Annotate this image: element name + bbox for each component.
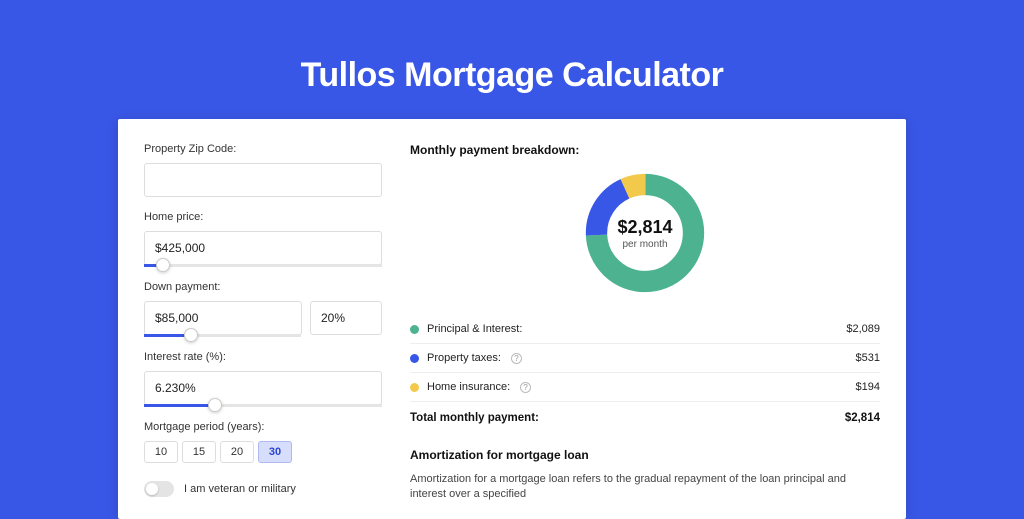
legend-label: Principal & Interest: (427, 323, 522, 335)
amortization-body: Amortization for a mortgage loan refers … (410, 472, 880, 503)
down-slider-thumb[interactable] (184, 328, 198, 342)
veteran-label: I am veteran or military (184, 483, 296, 495)
legend-row: Principal & Interest: $2,089 (410, 315, 880, 344)
down-slider[interactable] (144, 334, 301, 337)
rate-field: Interest rate (%): (144, 351, 382, 407)
total-value: $2,814 (845, 412, 880, 424)
legend-dot (410, 354, 419, 363)
rate-slider-thumb[interactable] (208, 398, 222, 412)
amortization-title: Amortization for mortgage loan (410, 448, 880, 462)
page-title: Tullos Mortgage Calculator (0, 0, 1024, 119)
down-field: Down payment: (144, 281, 382, 337)
info-icon[interactable]: ? (520, 382, 531, 393)
legend-dot (410, 325, 419, 334)
donut-amount: $2,814 (617, 217, 672, 238)
form-panel: Property Zip Code: Home price: Down paym… (144, 143, 382, 495)
legend: Principal & Interest: $2,089 Property taxe… (410, 315, 880, 401)
legend-value: $531 (856, 352, 880, 364)
legend-row: Property taxes:? $531 (410, 344, 880, 373)
legend-value: $194 (856, 381, 880, 393)
period-btn-10[interactable]: 10 (144, 441, 178, 463)
rate-input[interactable] (144, 371, 382, 405)
rate-slider[interactable] (144, 404, 382, 407)
total-row: Total monthly payment: $2,814 (410, 401, 880, 438)
down-amount-input[interactable] (144, 301, 302, 335)
donut-chart: $2,814 per month (581, 169, 709, 297)
rate-label: Interest rate (%): (144, 351, 382, 363)
price-input[interactable] (144, 231, 382, 265)
veteran-row: I am veteran or military (144, 481, 382, 497)
period-options: 10152030 (144, 441, 382, 463)
rate-slider-fill (144, 404, 215, 407)
period-field: Mortgage period (years): 10152030 (144, 421, 382, 463)
legend-label: Home insurance: (427, 381, 510, 393)
zip-field: Property Zip Code: (144, 143, 382, 197)
period-btn-20[interactable]: 20 (220, 441, 254, 463)
zip-input[interactable] (144, 163, 382, 197)
legend-dot (410, 383, 419, 392)
legend-label: Property taxes: (427, 352, 501, 364)
calculator-card: Property Zip Code: Home price: Down paym… (118, 119, 906, 519)
veteran-toggle[interactable] (144, 481, 174, 497)
price-label: Home price: (144, 211, 382, 223)
price-slider[interactable] (144, 264, 382, 267)
breakdown-title: Monthly payment breakdown: (410, 143, 880, 157)
down-percent-input[interactable] (310, 301, 382, 335)
legend-value: $2,089 (846, 323, 880, 335)
info-icon[interactable]: ? (511, 353, 522, 364)
donut-sub: per month (622, 239, 667, 250)
period-btn-15[interactable]: 15 (182, 441, 216, 463)
breakdown-panel: Monthly payment breakdown: $2,814 per mo… (410, 143, 880, 495)
total-label: Total monthly payment: (410, 412, 539, 424)
donut-center: $2,814 per month (581, 169, 709, 297)
period-label: Mortgage period (years): (144, 421, 382, 433)
legend-row: Home insurance:? $194 (410, 373, 880, 401)
period-btn-30[interactable]: 30 (258, 441, 292, 463)
zip-label: Property Zip Code: (144, 143, 382, 155)
price-slider-thumb[interactable] (156, 258, 170, 272)
price-field: Home price: (144, 211, 382, 267)
donut-wrap: $2,814 per month (410, 169, 880, 297)
down-label: Down payment: (144, 281, 382, 293)
